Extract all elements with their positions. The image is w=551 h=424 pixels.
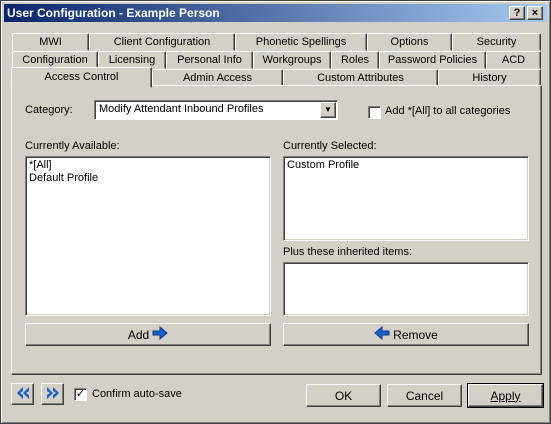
tab-acd[interactable]: ACD <box>486 51 541 69</box>
list-item[interactable]: Custom Profile <box>287 159 359 171</box>
close-button[interactable]: × <box>527 6 543 20</box>
currently-available-label: Currently Available: <box>25 140 120 152</box>
arrow-left-icon <box>374 325 390 343</box>
category-value: Modify Attendant Inbound Profiles <box>99 103 264 115</box>
cancel-button-label: Cancel <box>405 388 444 403</box>
tab-label: MWI <box>39 36 62 48</box>
access-control-panel: Category: Modify Attendant Inbound Profi… <box>11 85 542 375</box>
tab-personal-info[interactable]: Personal Info <box>166 51 253 69</box>
title-bar[interactable]: User Configuration - Example Person ? × <box>4 4 547 22</box>
previous-button[interactable] <box>11 383 34 405</box>
arrow-right-icon <box>152 325 168 343</box>
tab-label: Workgroups <box>262 54 322 66</box>
add-all-checkbox[interactable] <box>368 106 381 119</box>
ok-button[interactable]: OK <box>306 384 381 407</box>
add-all-label: Add *[All] to all categories <box>385 105 511 117</box>
tab-label: Configuration <box>22 54 88 66</box>
double-chevron-left-icon <box>15 386 31 403</box>
tab-label: Personal Info <box>177 54 242 66</box>
tab-label: Licensing <box>108 54 156 66</box>
inherited-items-label: Plus these inherited items: <box>283 246 413 258</box>
confirm-autosave-label: Confirm auto-save <box>92 388 182 400</box>
tab-label: Custom Attributes <box>317 72 404 84</box>
remove-button-label: Remove <box>393 327 438 342</box>
inherited-items-list[interactable] <box>283 262 529 316</box>
tab-options[interactable]: Options <box>367 33 452 51</box>
tab-label: History <box>472 72 507 84</box>
next-button[interactable] <box>41 383 64 405</box>
confirm-autosave-checkbox[interactable]: ✓ <box>74 388 87 401</box>
tab-label: Access Control <box>44 71 119 83</box>
tab-label: Options <box>390 36 429 48</box>
currently-selected-label: Currently Selected: <box>283 140 377 152</box>
currently-available-list[interactable]: *[All] Default Profile <box>25 156 271 316</box>
tab-label: Security <box>476 36 517 48</box>
tab-security[interactable]: Security <box>452 33 541 51</box>
add-button[interactable]: Add <box>25 323 271 346</box>
double-chevron-right-icon <box>45 386 61 403</box>
cancel-button[interactable]: Cancel <box>387 384 462 407</box>
tab-roles[interactable]: Roles <box>331 51 379 69</box>
remove-button[interactable]: Remove <box>283 323 529 346</box>
tab-label: Roles <box>340 54 370 66</box>
add-button-label: Add <box>127 327 150 342</box>
category-label: Category: <box>25 104 73 116</box>
tab-access-control[interactable]: Access Control <box>11 67 152 88</box>
list-item[interactable]: Default Profile <box>29 172 98 184</box>
user-configuration-window: User Configuration - Example Person ? × … <box>0 0 551 424</box>
apply-button[interactable]: Apply <box>467 383 544 408</box>
apply-button-label: Apply <box>490 388 521 403</box>
tab-label: Client Configuration <box>113 36 211 48</box>
list-item[interactable]: *[All] <box>29 159 52 171</box>
tab-mwi[interactable]: MWI <box>12 33 89 51</box>
window-title: User Configuration - Example Person <box>7 6 220 20</box>
tab-label: Phonetic Spellings <box>255 36 347 48</box>
tab-label: Password Policies <box>387 54 478 66</box>
tab-password-policies[interactable]: Password Policies <box>379 51 486 69</box>
currently-selected-list[interactable]: Custom Profile <box>283 156 529 241</box>
category-dropdown[interactable]: Modify Attendant Inbound Profiles ▼ <box>94 100 338 120</box>
chevron-down-icon[interactable]: ▼ <box>320 102 336 118</box>
tab-phonetic-spellings[interactable]: Phonetic Spellings <box>235 33 367 51</box>
tab-label: ACD <box>501 54 526 66</box>
ok-button-label: OK <box>334 388 353 403</box>
help-button[interactable]: ? <box>509 6 525 20</box>
tab-label: Admin Access <box>182 72 253 84</box>
tab-workgroups[interactable]: Workgroups <box>253 51 331 69</box>
tab-client-configuration[interactable]: Client Configuration <box>89 33 235 51</box>
